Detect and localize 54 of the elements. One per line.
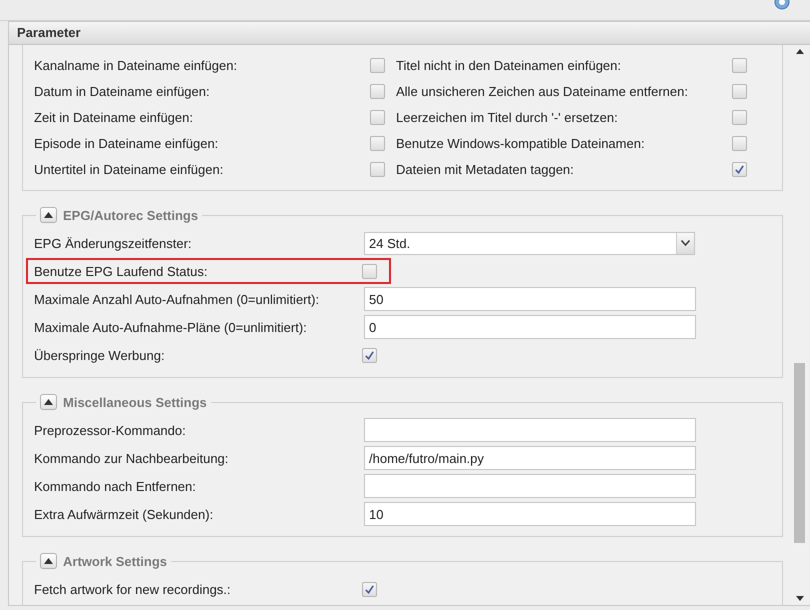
text-field[interactable] (364, 474, 696, 498)
text-field[interactable]: 50 (364, 287, 696, 311)
collapse-button[interactable] (40, 553, 57, 569)
checkbox[interactable] (732, 162, 747, 176)
option-label: Zeit in Dateiname einfügen: (34, 110, 194, 124)
scrollbar-thumb[interactable] (794, 363, 805, 543)
checkbox[interactable] (370, 136, 385, 150)
field-label: Kommando zur Nachbearbeitung: (34, 450, 230, 466)
option-label: Untertitel in Dateiname einfügen: (34, 162, 224, 176)
text-field[interactable]: /home/futro/main.py (364, 446, 696, 470)
section-title: Miscellaneous Settings (63, 394, 207, 410)
dropdown[interactable]: 24 Std. (364, 232, 695, 254)
checkbox[interactable] (370, 84, 385, 98)
option-label: Episode in Dateiname einfügen: (34, 136, 220, 150)
field-label: Maximale Anzahl Auto-Aufnahmen (0=unlimitiert): (34, 292, 320, 306)
checkbox[interactable] (362, 582, 377, 596)
option-label: Benutze Windows-kompatible Dateinamen: (395, 136, 646, 150)
text-field[interactable]: 0 (364, 315, 696, 339)
scroll-up-icon[interactable] (796, 49, 804, 54)
option-label: Alle unsicheren Zeichen aus Dateiname entfernen: (395, 84, 689, 98)
checkbox[interactable] (732, 136, 747, 150)
triangle-icon (44, 212, 53, 218)
field-label: Extra Aufwärmzeit (Sekunden): (34, 506, 214, 522)
section-title: EPG/Autorec Settings (63, 208, 198, 222)
option-label: Datum in Dateiname einfügen: (34, 84, 211, 98)
checkbox[interactable] (732, 110, 747, 124)
field-label: Preprozessor-Kommando: (34, 422, 187, 438)
field-label: Maximale Auto-Aufnahme-Pläne (0=unlimitiert): (34, 320, 308, 334)
field-label: Benutze EPG Laufend Status: (34, 264, 208, 278)
checkbox[interactable] (370, 110, 385, 124)
checkbox[interactable] (732, 58, 747, 72)
scroll-down-icon[interactable] (796, 596, 804, 601)
checkbox[interactable] (362, 348, 377, 362)
field-label: EPG Änderungszeitfenster: (34, 236, 193, 250)
triangle-icon (44, 558, 53, 564)
collapse-button[interactable] (40, 394, 57, 410)
section-title: Artwork Settings (63, 554, 168, 568)
text-field[interactable] (364, 418, 696, 442)
checkbox[interactable] (370, 58, 385, 72)
checkbox[interactable] (732, 84, 747, 98)
panel-title: Parameter (9, 22, 810, 45)
triangle-icon (44, 399, 53, 405)
option-label: Leerzeichen im Titel durch '-' ersetzen: (395, 110, 619, 124)
option-label: Titel nicht in den Dateinamen einfügen: (395, 58, 622, 72)
text-field[interactable]: 10 (364, 502, 696, 526)
checkbox[interactable] (370, 162, 385, 176)
checkbox[interactable] (362, 264, 377, 278)
field-label: Fetch artwork for new recordings.: (34, 582, 232, 596)
field-label: Überspringe Werbung: (34, 348, 166, 362)
field-label: Kommando nach Entfernen: (34, 478, 197, 494)
collapse-button[interactable] (40, 207, 57, 223)
chevron-down-icon (681, 240, 690, 246)
option-label: Dateien mit Metadaten taggen: (395, 162, 575, 176)
option-label: Kanalname in Dateiname einfügen: (34, 58, 238, 72)
